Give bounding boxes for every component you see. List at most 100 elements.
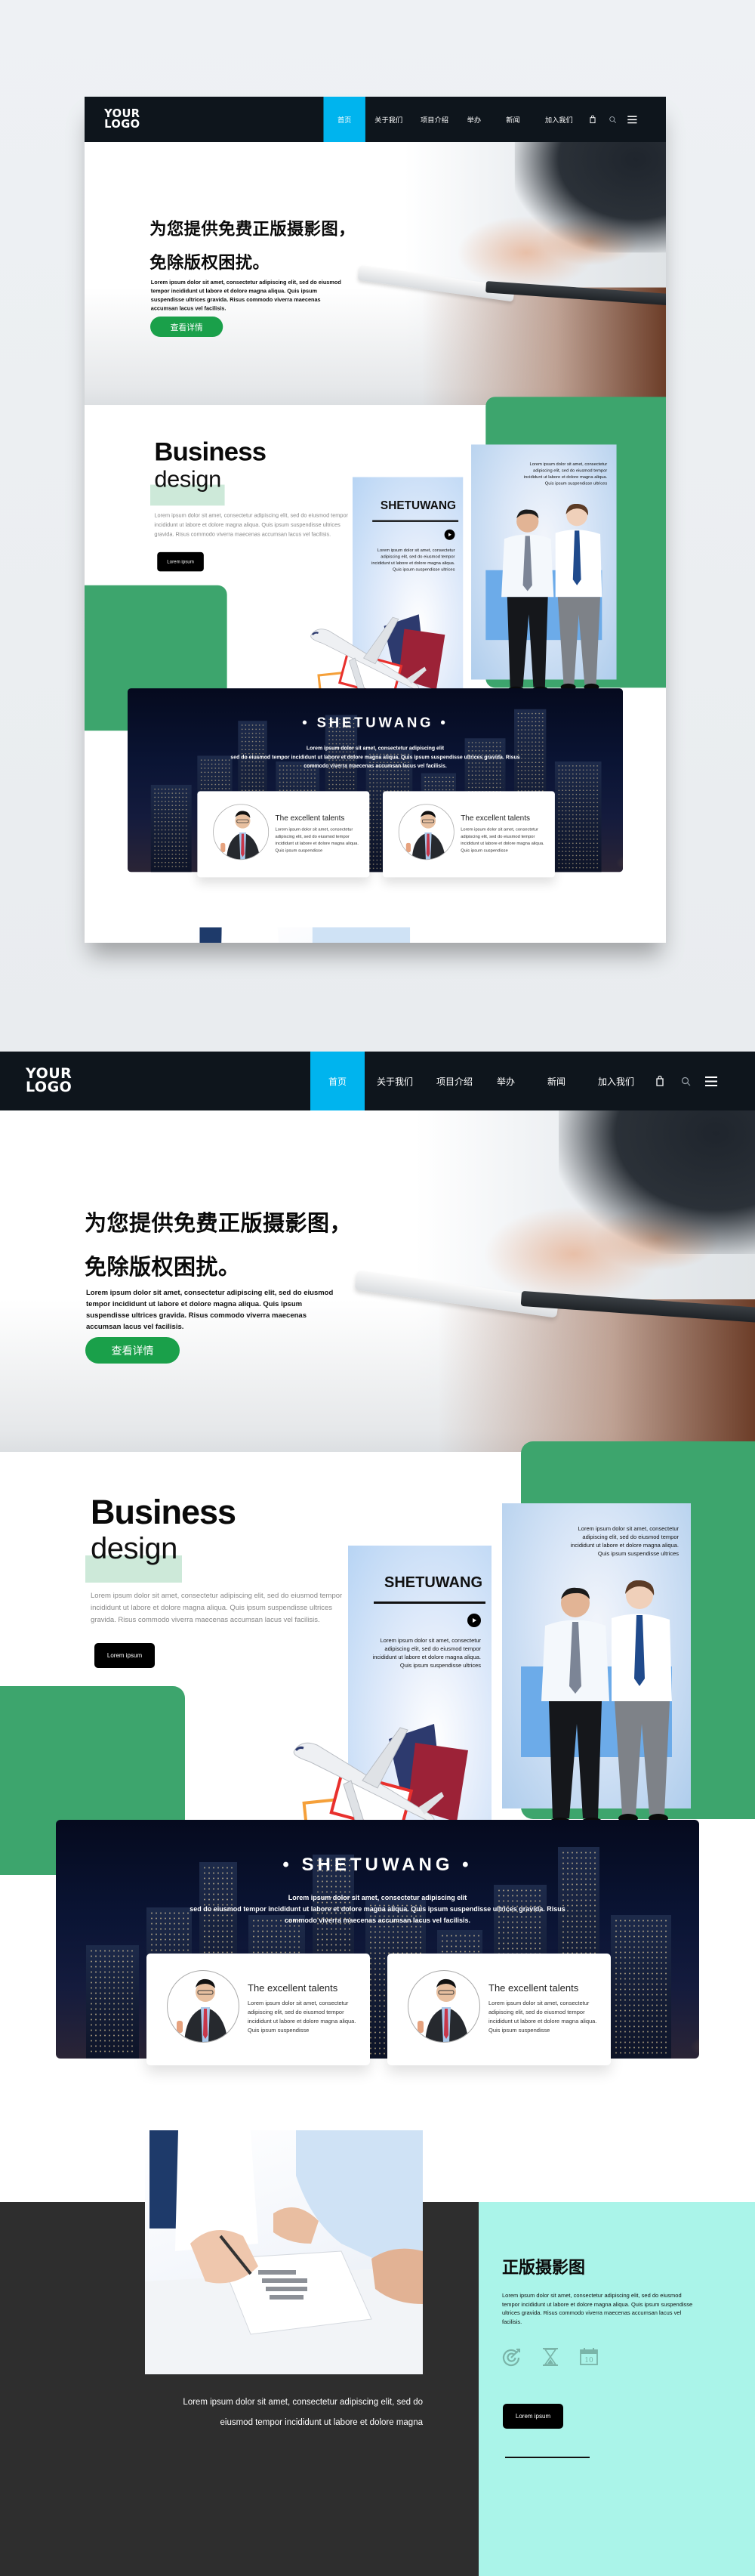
feature-icons: 10 bbox=[502, 2347, 599, 2367]
logo[interactable]: YOUR LOGO bbox=[26, 1067, 72, 1095]
view-details-button[interactable]: 查看详情 bbox=[150, 317, 223, 338]
city-body-line-3: commodo viverra maecenas accumsan lacus … bbox=[304, 762, 447, 769]
business-button[interactable]: Lorem ipsum bbox=[157, 551, 204, 572]
talent-card[interactable]: The excellent talents Lorem ipsum dolor … bbox=[197, 791, 370, 878]
avatar bbox=[213, 804, 270, 860]
logo[interactable]: YOUR LOGO bbox=[104, 108, 140, 129]
team-card-text: Lorem ipsum dolor sit amet, consectetur … bbox=[570, 1525, 679, 1557]
logo-line-2: LOGO bbox=[104, 117, 140, 131]
site: YOUR LOGO 首页 关于我们 项目介绍 举办 新闻 加入我们 为您提供免费… bbox=[0, 1052, 755, 2576]
bag-icon[interactable] bbox=[583, 97, 602, 142]
avatar bbox=[408, 1970, 480, 2043]
business-people-photo bbox=[541, 1580, 672, 1827]
logo-line-2: LOGO bbox=[26, 1079, 72, 1095]
search-icon[interactable] bbox=[602, 97, 622, 142]
nav-item-home[interactable]: 首页 bbox=[310, 1052, 365, 1110]
hero-body: Lorem ipsum dolor sit amet, consectetur … bbox=[150, 279, 341, 312]
talent-card[interactable]: The excellent talents Lorem ipsum dolor … bbox=[383, 791, 555, 878]
calendar-icon: 10 bbox=[580, 2348, 598, 2365]
city-banner-title: • SHETUWANG • bbox=[302, 715, 448, 731]
talent-text: Lorem ipsum dolor sit amet, consectetur … bbox=[248, 2000, 356, 2034]
avatar bbox=[398, 804, 455, 860]
hero-body: Lorem ipsum dolor sit amet, consectetur … bbox=[86, 1289, 334, 1331]
nav-item-about[interactable]: 关于我们 bbox=[365, 97, 412, 142]
hero-title: 为您提供免费正版摄影图， 免除版权困扰。 bbox=[85, 1201, 352, 1289]
shetuwang-card-text: Lorem ipsum dolor sit amet, consectetur … bbox=[372, 1637, 481, 1669]
person-younger bbox=[555, 504, 602, 691]
talent-card[interactable]: The excellent talents Lorem ipsum dolor … bbox=[146, 1954, 370, 2065]
shetuwang-card-title: SHETUWANG bbox=[380, 499, 457, 512]
business-body: Lorem ipsum dolor sit amet, consectetur … bbox=[154, 512, 348, 538]
nav-item-projects[interactable]: 项目介绍 bbox=[425, 1052, 484, 1110]
mint-body: Lorem ipsum dolor sit amet, consectetur … bbox=[502, 2292, 693, 2325]
hero-section: 为您提供免费正版摄影图， 免除版权困扰。 Lorem ipsum dolor s… bbox=[85, 142, 666, 406]
nav-menu: 首页 关于我们 项目介绍 举办 新闻 加入我们 bbox=[323, 97, 642, 143]
office-photo-art bbox=[199, 927, 411, 943]
city-banner-body: Lorem ipsum dolor sit amet, consectetur … bbox=[128, 744, 623, 771]
hourglass-icon bbox=[543, 2348, 558, 2366]
hero-title-line-2: 免除版权困扰。 bbox=[85, 1254, 241, 1280]
city-banner-title: • SHETUWANG • bbox=[282, 1855, 473, 1875]
nav-item-events[interactable]: 举办 bbox=[484, 1052, 528, 1110]
search-icon[interactable] bbox=[673, 1052, 698, 1110]
building bbox=[86, 1945, 139, 2059]
hero-photo-suit bbox=[559, 1110, 755, 1254]
hero-title-line-1: 为您提供免费正版摄影图， bbox=[85, 1210, 353, 1236]
person-older bbox=[501, 509, 554, 694]
nav-item-news[interactable]: 新闻 bbox=[528, 1052, 585, 1110]
nav-item-news[interactable]: 新闻 bbox=[491, 97, 535, 142]
nav-item-join[interactable]: 加入我们 bbox=[535, 97, 583, 142]
person-older bbox=[541, 1587, 609, 1827]
office-meeting-photo bbox=[196, 927, 411, 943]
shetuwang-card-divider bbox=[374, 1602, 485, 1604]
target-icon bbox=[502, 2349, 520, 2367]
business-button[interactable]: Lorem ipsum bbox=[94, 1643, 155, 1668]
nav-item-events[interactable]: 举办 bbox=[458, 97, 492, 142]
hero-photo-suit bbox=[514, 142, 666, 253]
team-card-text: Lorem ipsum dolor sit amet, consectetur … bbox=[523, 461, 608, 486]
full-page: YOUR LOGO 首页 关于我们 项目介绍 举办 新闻 加入我们 为您提供免费… bbox=[0, 1052, 755, 2576]
menu-icon[interactable] bbox=[698, 1052, 724, 1110]
business-subtitle: design bbox=[91, 1532, 177, 1565]
nav-item-home[interactable]: 首页 bbox=[323, 97, 365, 143]
shetuwang-card-divider bbox=[372, 520, 459, 522]
mint-title: 正版摄影图 bbox=[502, 2259, 586, 2278]
talent-card[interactable]: The excellent talents Lorem ipsum dolor … bbox=[387, 1954, 611, 2065]
office-caption-line-1: Lorem ipsum dolor sit amet, consectetur … bbox=[183, 2398, 423, 2407]
person-younger bbox=[612, 1580, 672, 1823]
play-icon[interactable] bbox=[444, 529, 455, 540]
nav-item-about[interactable]: 关于我们 bbox=[365, 1052, 425, 1110]
building bbox=[611, 1915, 671, 2059]
bag-icon[interactable] bbox=[647, 1052, 673, 1110]
view-details-button[interactable]: 查看详情 bbox=[85, 1337, 180, 1364]
office-meeting-photo bbox=[145, 2130, 423, 2374]
nav-item-join[interactable]: 加入我们 bbox=[585, 1052, 647, 1110]
city-body-line-2: sed do eiusmod tempor incididunt ut labo… bbox=[230, 754, 520, 760]
building bbox=[150, 784, 192, 873]
office-caption-line-2: eiusmod tempor incididunt ut labore et d… bbox=[220, 2418, 424, 2427]
hero-title-line-1: 为您提供免费正版摄影图， bbox=[149, 218, 356, 239]
play-icon[interactable] bbox=[467, 1614, 481, 1627]
talent-text: Lorem ipsum dolor sit amet, consectetur … bbox=[488, 2000, 597, 2034]
top-nav: YOUR LOGO 首页 关于我们 项目介绍 举办 新闻 加入我们 bbox=[85, 97, 666, 143]
city-body-line-1: Lorem ipsum dolor sit amet, consectetur … bbox=[288, 1894, 467, 1901]
business-title: Business bbox=[91, 1493, 236, 1531]
hero-title-line-2: 免除版权困扰。 bbox=[149, 252, 270, 273]
nav-menu: 首页 关于我们 项目介绍 举办 新闻 加入我们 bbox=[310, 1052, 724, 1110]
shetuwang-card-text: Lorem ipsum dolor sit amet, consectetur … bbox=[371, 547, 455, 573]
talent-text: Lorem ipsum dolor sit amet, consectetur … bbox=[461, 826, 544, 853]
business-body: Lorem ipsum dolor sit amet, consectetur … bbox=[91, 1592, 343, 1624]
city-body-line-1: Lorem ipsum dolor sit amet, consectetur … bbox=[306, 745, 445, 752]
talent-text: Lorem ipsum dolor sit amet, consectetur … bbox=[275, 826, 359, 853]
city-banner-body: Lorem ipsum dolor sit amet, consectetur … bbox=[56, 1892, 699, 1926]
preview-site: YOUR LOGO 首页 关于我们 项目介绍 举办 新闻 加入我们 为您提供免费… bbox=[85, 97, 666, 943]
city-body-line-2: sed do eiusmod tempor incididunt ut labo… bbox=[190, 1905, 565, 1913]
mint-button[interactable]: Lorem ipsum bbox=[503, 2404, 563, 2429]
menu-icon[interactable] bbox=[622, 97, 642, 142]
office-photo-art bbox=[145, 2130, 423, 2374]
businessman-thumbs-up-photo bbox=[220, 811, 260, 860]
businessman-thumbs-up-photo bbox=[418, 1978, 469, 2042]
business-subtitle: design bbox=[154, 466, 221, 493]
nav-item-projects[interactable]: 项目介绍 bbox=[412, 97, 458, 142]
preview-mockup: YOUR LOGO 首页 关于我们 项目介绍 举办 新闻 加入我们 为您提供免费… bbox=[85, 97, 666, 943]
